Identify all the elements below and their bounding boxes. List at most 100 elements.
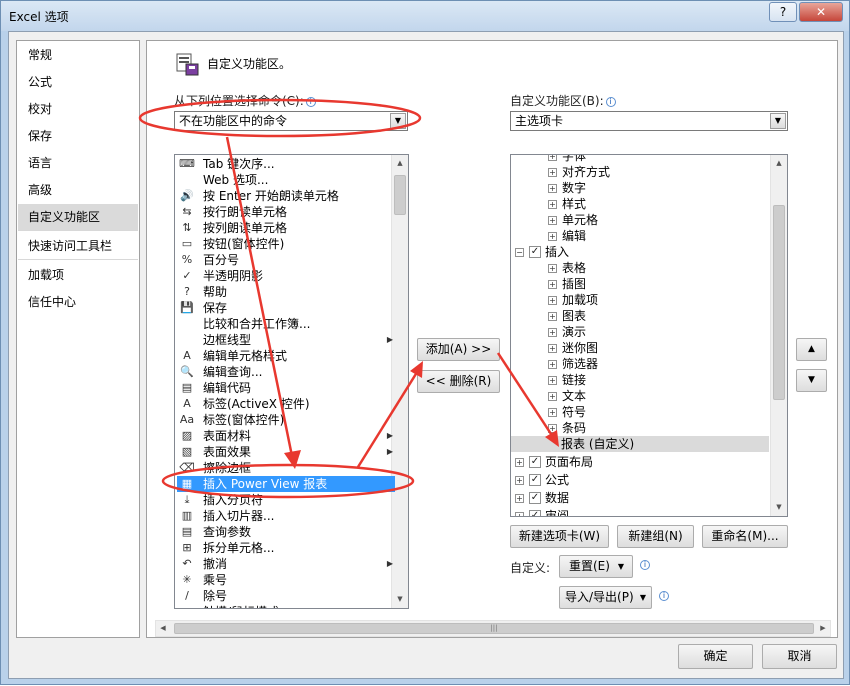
ribbon-tree-item[interactable]: + 编辑 bbox=[511, 228, 769, 244]
scroll-up-icon[interactable]: ▲ bbox=[771, 155, 787, 172]
help-button[interactable]: ? bbox=[769, 2, 797, 22]
nav-item[interactable]: 常规 bbox=[18, 42, 138, 68]
command-item[interactable]: 💾 保存 bbox=[177, 300, 395, 316]
nav-item[interactable]: 快速访问工具栏 bbox=[18, 233, 138, 259]
expand-icon[interactable]: + bbox=[548, 232, 557, 241]
nav-item[interactable]: 保存 bbox=[18, 123, 138, 149]
command-item[interactable]: ▤ 查询参数 bbox=[177, 524, 395, 540]
command-item[interactable]: ↶ 撤消 ▶ bbox=[177, 556, 395, 572]
nav-item[interactable]: 加载项 bbox=[18, 262, 138, 288]
expand-icon[interactable]: + bbox=[548, 376, 557, 385]
tab-checkbox[interactable]: ✓ bbox=[529, 246, 541, 258]
command-item[interactable]: A 标签(ActiveX 控件) bbox=[177, 396, 395, 412]
tab-checkbox[interactable]: ✓ bbox=[529, 492, 541, 504]
expand-icon[interactable]: + bbox=[548, 155, 557, 161]
ribbon-tree-item[interactable]: + ✓ 审阅 bbox=[511, 508, 769, 516]
ribbon-tree[interactable]: + ✓ 审阅 + ✓ 数据 + ✓ 公式 + ✓ 页面布局 报表 (自定义) + 条码 + 符号 + 文本 + 链接 + 筛… bbox=[510, 154, 788, 517]
scroll-right-icon[interactable]: ▶ bbox=[816, 620, 830, 637]
expand-icon[interactable]: + bbox=[548, 200, 557, 209]
command-list[interactable]: ▲ ▼ ⌨ Tab 键次序... Web 选项... 🔊 按 Enter 开始朗读单元格… bbox=[174, 154, 409, 609]
scroll-down-icon[interactable]: ▼ bbox=[771, 499, 787, 516]
remove-button[interactable]: << 删除(R) bbox=[417, 370, 500, 393]
command-item[interactable]: ⇅ 按列朗读单元格 bbox=[177, 220, 395, 236]
command-item[interactable]: ? 帮助 bbox=[177, 284, 395, 300]
new-tab-button[interactable]: 新建选项卡(W) bbox=[510, 525, 609, 548]
expand-icon[interactable]: + bbox=[548, 408, 557, 417]
command-item[interactable]: ⊞ 拆分单元格... bbox=[177, 540, 395, 556]
add-button[interactable]: 添加(A) >> bbox=[417, 338, 500, 361]
command-item[interactable]: ▥ 插入切片器... bbox=[177, 508, 395, 524]
ribbon-tree-item[interactable]: + ✓ 公式 bbox=[511, 472, 769, 488]
command-item[interactable]: ▤ 编辑代码 bbox=[177, 380, 395, 396]
expand-icon[interactable]: + bbox=[515, 494, 524, 503]
collapse-icon[interactable]: − bbox=[515, 248, 524, 257]
ribbon-tree-item[interactable]: + 对齐方式 bbox=[511, 164, 769, 180]
nav-item[interactable]: 语言 bbox=[18, 150, 138, 176]
command-item[interactable]: Aa 标签(窗体控件) bbox=[177, 412, 395, 428]
expand-icon[interactable]: + bbox=[548, 296, 557, 305]
command-item[interactable]: / 除号 bbox=[177, 588, 395, 604]
expand-icon[interactable]: + bbox=[548, 312, 557, 321]
ribbon-tree-item[interactable]: + 字体 bbox=[511, 155, 769, 164]
nav-item[interactable]: 自定义功能区 bbox=[18, 204, 138, 230]
ribbon-tree-item[interactable]: + 符号 bbox=[511, 404, 769, 420]
tab-checkbox[interactable]: ✓ bbox=[529, 474, 541, 486]
command-item[interactable]: ✳ 乘号 bbox=[177, 572, 395, 588]
ribbon-tree-item[interactable]: + ✓ 页面布局 bbox=[511, 454, 769, 470]
expand-icon[interactable]: + bbox=[548, 264, 557, 273]
ribbon-tree-item[interactable]: + 链接 bbox=[511, 372, 769, 388]
expand-icon[interactable]: + bbox=[515, 458, 524, 467]
command-item[interactable]: ▭ 按钮(窗体控件) bbox=[177, 236, 395, 252]
ribbon-tree-item[interactable]: + 演示 bbox=[511, 324, 769, 340]
expand-icon[interactable]: + bbox=[548, 280, 557, 289]
expand-icon[interactable]: + bbox=[548, 216, 557, 225]
ribbon-tree-item[interactable]: + 筛选器 bbox=[511, 356, 769, 372]
ok-button[interactable]: 确定 bbox=[678, 644, 753, 669]
ribbon-tree-item[interactable]: + 条码 bbox=[511, 420, 769, 436]
ribbon-tree-item[interactable]: + 单元格 bbox=[511, 212, 769, 228]
ribbon-tree-item[interactable]: + ✓ 数据 bbox=[511, 490, 769, 506]
new-group-button[interactable]: 新建组(N) bbox=[617, 525, 694, 548]
command-item[interactable]: 边框线型 ▶ bbox=[177, 332, 395, 348]
nav-item[interactable]: 信任中心 bbox=[18, 289, 138, 315]
command-item[interactable]: ⤓ 插入分页符 bbox=[177, 492, 395, 508]
scroll-thumb[interactable] bbox=[394, 175, 406, 215]
command-item[interactable]: ⌫ 擦除边框 bbox=[177, 460, 395, 476]
ribbon-tree-item[interactable]: + 文本 bbox=[511, 388, 769, 404]
tab-checkbox[interactable]: ✓ bbox=[529, 456, 541, 468]
expand-icon[interactable]: + bbox=[548, 328, 557, 337]
close-button[interactable]: ✕ bbox=[799, 2, 843, 22]
ribbon-scope-select[interactable]: 主选项卡 ▼ bbox=[510, 111, 788, 131]
tab-checkbox[interactable]: ✓ bbox=[529, 510, 541, 516]
cancel-button[interactable]: 取消 bbox=[762, 644, 837, 669]
ribbon-tree-item[interactable]: + 插图 bbox=[511, 276, 769, 292]
command-item[interactable]: 🔊 按 Enter 开始朗读单元格 bbox=[177, 188, 395, 204]
scroll-thumb[interactable]: ||| bbox=[174, 623, 814, 634]
nav-item[interactable]: 校对 bbox=[18, 96, 138, 122]
reset-dropdown[interactable]: 重置(E) ▼ bbox=[559, 555, 633, 578]
ribbon-tree-item[interactable]: + 迷你图 bbox=[511, 340, 769, 356]
import-export-dropdown[interactable]: 导入/导出(P) ▼ bbox=[559, 586, 652, 609]
ribbon-tree-item[interactable]: + 样式 bbox=[511, 196, 769, 212]
expand-icon[interactable]: + bbox=[515, 512, 524, 516]
ribbon-tree-scrollbar[interactable]: ▲ ▼ bbox=[770, 155, 787, 516]
command-item[interactable]: ⌨ Tab 键次序... bbox=[177, 156, 395, 172]
ribbon-tree-item[interactable]: + 数字 bbox=[511, 180, 769, 196]
ribbon-tree-item[interactable]: + 加载项 bbox=[511, 292, 769, 308]
command-item[interactable]: 比较和合并工作簿... bbox=[177, 316, 395, 332]
expand-icon[interactable]: + bbox=[548, 184, 557, 193]
command-item[interactable]: ▧ 表面效果 ▶ bbox=[177, 444, 395, 460]
ribbon-tree-item[interactable]: 报表 (自定义) bbox=[511, 436, 769, 452]
expand-icon[interactable]: + bbox=[548, 424, 557, 433]
expand-icon[interactable]: + bbox=[548, 168, 557, 177]
command-source-select[interactable]: 不在功能区中的命令 ▼ bbox=[174, 111, 408, 131]
command-item[interactable]: ▦ 插入 Power View 报表 bbox=[177, 476, 395, 492]
scroll-left-icon[interactable]: ◀ bbox=[156, 620, 170, 637]
move-down-button[interactable]: ▼ bbox=[796, 369, 827, 392]
expand-icon[interactable]: + bbox=[548, 392, 557, 401]
ribbon-tree-item[interactable]: − ✓ 插入 bbox=[511, 244, 769, 260]
ribbon-tree-item[interactable]: + 图表 bbox=[511, 308, 769, 324]
nav-item[interactable]: 公式 bbox=[18, 69, 138, 95]
ribbon-tree-item[interactable]: + 表格 bbox=[511, 260, 769, 276]
scroll-thumb[interactable] bbox=[773, 205, 785, 400]
